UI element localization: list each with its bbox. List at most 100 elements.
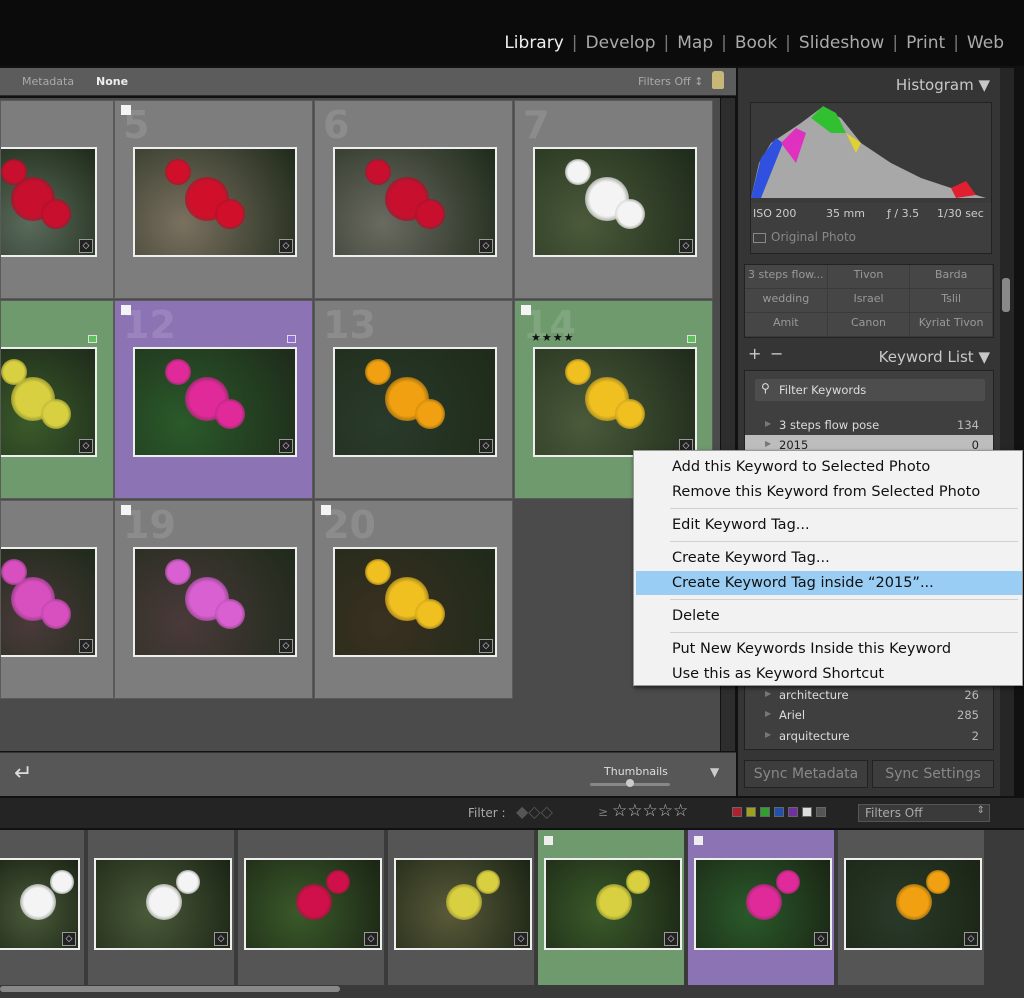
flag-icon[interactable] — [521, 305, 531, 315]
flag-icon[interactable] — [321, 505, 331, 515]
flag-icon[interactable] — [544, 836, 553, 845]
flag-icon[interactable] — [694, 836, 703, 845]
rating-filter-stars[interactable]: ☆☆☆☆☆ — [612, 801, 688, 821]
keyword-badge-icon[interactable]: ◇ — [79, 639, 93, 653]
keyword-badge-icon[interactable]: ◇ — [79, 239, 93, 253]
photo-thumbnail[interactable]: ◇ — [333, 147, 497, 257]
module-develop[interactable]: Develop — [578, 33, 664, 53]
sync-settings-button[interactable]: Sync Settings — [872, 760, 994, 788]
grid-cell[interactable]: 6 ◇ — [314, 100, 513, 299]
expand-triangle-icon[interactable]: ▶ — [765, 439, 771, 448]
menu-item[interactable]: Put New Keywords Inside this Keyword — [636, 637, 1022, 661]
histogram-header[interactable]: Histogram ▼ — [896, 76, 990, 94]
flag-icon[interactable] — [121, 505, 131, 515]
keyword-set-item[interactable]: 3 steps flow... — [745, 265, 828, 289]
color-filter-swatch[interactable] — [746, 807, 756, 817]
filter-metadata-tab[interactable]: Metadata — [22, 75, 74, 88]
keyword-set-item[interactable]: Israel — [827, 289, 911, 313]
keyword-row[interactable]: ▶ 3 steps flow pose 134 — [745, 415, 993, 435]
keyword-set-item[interactable]: Barda — [910, 265, 993, 289]
photo-thumbnail[interactable]: ◇ — [533, 347, 697, 457]
keyword-badge-icon[interactable]: ◇ — [79, 439, 93, 453]
photo-thumbnail[interactable]: ◇ — [533, 147, 697, 257]
module-web[interactable]: Web — [959, 33, 1012, 53]
module-map[interactable]: Map — [669, 33, 721, 53]
module-print[interactable]: Print — [898, 33, 953, 53]
filmstrip-filter-dropdown[interactable]: Filters Off ⇕ — [858, 804, 990, 822]
scrollbar-thumb[interactable] — [1002, 278, 1010, 312]
menu-item[interactable]: Use this as Keyword Shortcut — [636, 662, 1022, 686]
keyword-set-item[interactable]: wedding — [745, 289, 828, 313]
module-library[interactable]: Library — [496, 33, 571, 53]
color-filter-swatch[interactable] — [760, 807, 770, 817]
rotate-icon[interactable]: ↵ — [14, 761, 32, 786]
filmstrip-cell[interactable]: ◇ — [388, 830, 536, 985]
keyword-badge-icon[interactable]: ◇ — [364, 932, 378, 946]
menu-item[interactable]: Remove this Keyword from Selected Photo — [636, 480, 1022, 504]
grid-cell[interactable]: 19 ◇ — [114, 500, 313, 699]
keyword-set-item[interactable]: Kyriat Tivon — [910, 313, 993, 337]
expand-triangle-icon[interactable]: ▶ — [765, 689, 771, 698]
original-photo-checkbox[interactable] — [753, 233, 766, 243]
grid-cell[interactable]: 7 ◇ — [514, 100, 713, 299]
color-label[interactable] — [287, 335, 296, 343]
keyword-set-item[interactable]: Amit — [745, 313, 828, 337]
photo-thumbnail[interactable]: ◇ — [1, 547, 97, 657]
keyword-badge-icon[interactable]: ◇ — [479, 239, 493, 253]
keyword-list-header[interactable]: Keyword List ▼ — [879, 348, 990, 366]
menu-item[interactable]: Create Keyword Tag... — [636, 546, 1022, 570]
photo-thumbnail[interactable]: ◇ — [133, 147, 297, 257]
remove-keyword-button[interactable]: − — [770, 344, 783, 363]
filmstrip-cell[interactable]: ◇ — [88, 830, 236, 985]
filter-presets-dropdown[interactable]: Filters Off ↕ — [638, 75, 703, 88]
filmstrip-thumbnail[interactable]: ◇ — [694, 858, 832, 950]
photo-thumbnail[interactable]: ◇ — [1, 347, 97, 457]
filmstrip-thumbnail[interactable]: ◇ — [394, 858, 532, 950]
keyword-badge-icon[interactable]: ◇ — [679, 239, 693, 253]
photo-thumbnail[interactable]: ◇ — [133, 547, 297, 657]
menu-item[interactable]: Create Keyword Tag inside “2015”... — [636, 571, 1022, 595]
keyword-set-item[interactable]: Canon — [827, 313, 911, 337]
color-filter-swatch[interactable] — [788, 807, 798, 817]
filmstrip-thumbnail[interactable]: ◇ — [544, 858, 682, 950]
grid-cell[interactable]: 12 ◇ — [114, 300, 313, 499]
menu-item[interactable]: Edit Keyword Tag... — [636, 513, 1022, 537]
filmstrip-cell[interactable]: ◇ — [688, 830, 836, 985]
add-keyword-button[interactable]: + — [748, 344, 761, 363]
color-label[interactable] — [88, 335, 97, 343]
keyword-badge-icon[interactable]: ◇ — [479, 639, 493, 653]
filter-keywords-input[interactable]: ⚲ Filter Keywords — [755, 379, 985, 401]
expand-triangle-icon[interactable]: ▶ — [765, 419, 771, 428]
expand-triangle-icon[interactable]: ▶ — [765, 709, 771, 718]
color-filter-swatch[interactable] — [774, 807, 784, 817]
filmstrip-cell[interactable]: ◇ — [238, 830, 386, 985]
thumbnail-size-slider[interactable] — [590, 779, 670, 787]
keyword-row[interactable]: ▶ architecture 26 — [745, 685, 993, 705]
module-slideshow[interactable]: Slideshow — [791, 33, 892, 53]
menu-item[interactable]: Delete — [636, 604, 1022, 628]
photo-thumbnail[interactable]: ◇ — [333, 547, 497, 657]
module-book[interactable]: Book — [727, 33, 785, 53]
toolbar-menu-icon[interactable]: ▼ — [710, 765, 719, 779]
filmstrip-cell[interactable]: ◇ — [838, 830, 986, 985]
grid-cell[interactable]: ◇ — [0, 300, 114, 499]
color-label[interactable] — [687, 335, 696, 343]
grid-cell[interactable]: 20 ◇ — [314, 500, 513, 699]
photo-thumbnail[interactable]: ◇ — [1, 147, 97, 257]
keyword-set-item[interactable]: Tivon — [827, 265, 911, 289]
keyword-row[interactable]: ▶ arquitecture 2 — [745, 726, 993, 746]
filmstrip-thumbnail[interactable]: ◇ — [844, 858, 982, 950]
flag-icon[interactable] — [121, 105, 131, 115]
keyword-set-item[interactable]: Tslil — [910, 289, 993, 313]
grid-cell[interactable]: ◇ — [0, 500, 114, 699]
expand-triangle-icon[interactable]: ▶ — [765, 730, 771, 739]
keyword-badge-icon[interactable]: ◇ — [279, 239, 293, 253]
keyword-badge-icon[interactable]: ◇ — [62, 932, 76, 946]
lock-icon[interactable] — [712, 71, 724, 89]
menu-item[interactable]: Add this Keyword to Selected Photo — [636, 455, 1022, 479]
filmstrip-scrollbar[interactable] — [0, 986, 340, 992]
keyword-row[interactable]: ▶ Ariel 285 — [745, 705, 993, 725]
keyword-badge-icon[interactable]: ◇ — [279, 439, 293, 453]
keyword-badge-icon[interactable]: ◇ — [479, 439, 493, 453]
grid-cell[interactable]: ◇ — [0, 100, 114, 299]
